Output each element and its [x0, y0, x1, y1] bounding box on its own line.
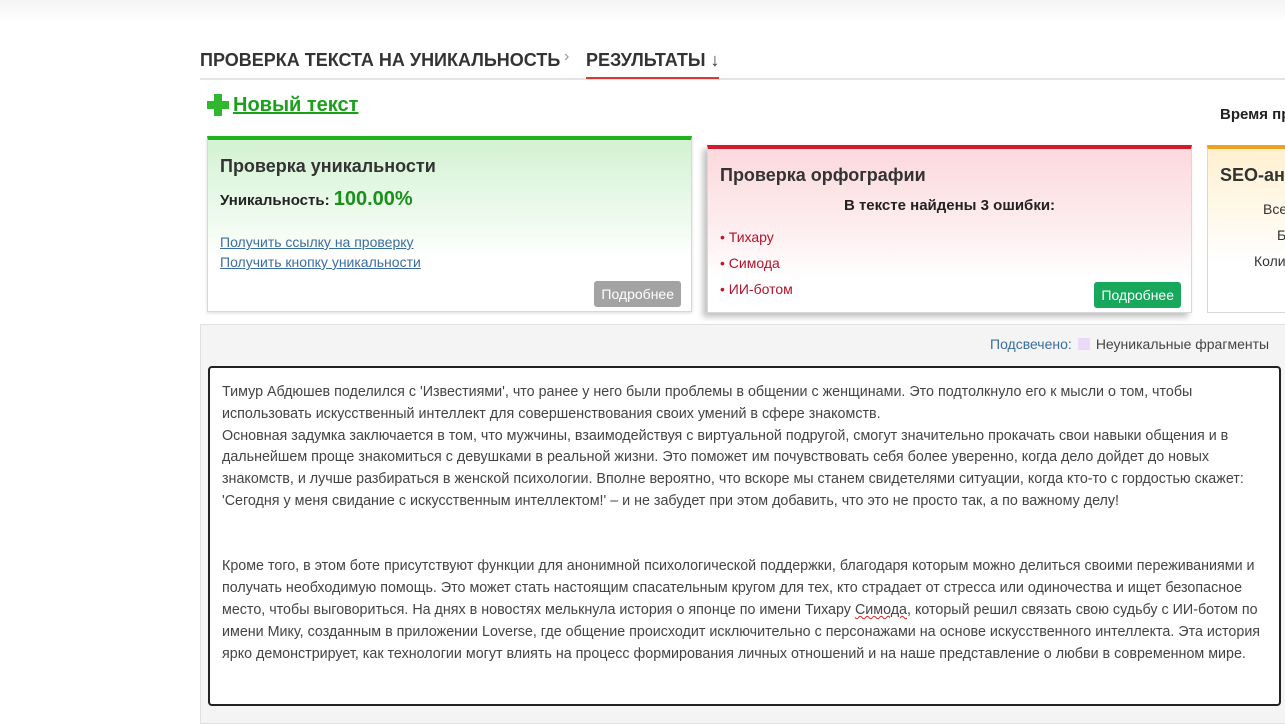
highlight-legend-text: Неуникальные фрагменты: [1095, 336, 1270, 352]
top-bar: [0, 0, 1285, 22]
spelling-error-item[interactable]: Симода: [720, 255, 780, 271]
time-label: Время пр: [1220, 106, 1285, 123]
uniqueness-title: Проверка уникальности: [220, 156, 436, 176]
get-check-link[interactable]: Получить ссылку на проверку: [220, 234, 414, 250]
uniqueness-value: 100.00%: [333, 188, 413, 210]
uniqueness-label: Уникальность:: [220, 192, 330, 209]
spelling-error-highlight[interactable]: Симода: [855, 602, 907, 618]
breadcrumb: ПРОВЕРКА ТЕКСТА НА УНИКАЛЬНОСТЬ › РЕЗУЛЬ…: [200, 48, 1285, 80]
uniqueness-more-button[interactable]: Подробнее: [594, 281, 681, 307]
seo-line: Коли: [1254, 253, 1285, 269]
new-text-link[interactable]: Новый текст: [233, 94, 358, 117]
uniqueness-line: Уникальность: 100.00%: [220, 188, 413, 211]
checked-text-area[interactable]: Тимур Абдюшев поделился с 'Известиями', …: [208, 366, 1281, 706]
seo-line: Б: [1277, 227, 1285, 243]
spelling-summary: В тексте найдены 3 ошибки:: [843, 197, 1056, 214]
spelling-card: Проверка орфографии В тексте найдены 3 о…: [707, 145, 1192, 313]
highlight-label: Подсвечено:: [990, 336, 1072, 352]
get-uniqueness-button-link[interactable]: Получить кнопку уникальности: [220, 254, 421, 270]
text-paragraph: Основная задумка заключается в том, что …: [222, 427, 1244, 509]
breadcrumb-step-results[interactable]: РЕЗУЛЬТАТЫ ↓: [586, 50, 720, 79]
plus-icon: [206, 93, 230, 117]
spelling-more-button[interactable]: Подробнее: [1094, 282, 1181, 308]
uniqueness-card: Проверка уникальности Уникальность: 100.…: [207, 136, 692, 312]
new-text-button[interactable]: Новый текст: [206, 93, 358, 117]
chevron-right-icon: ›: [564, 48, 570, 65]
seo-card: SEO-ан Все Б Коли: [1207, 145, 1285, 313]
spelling-error-item[interactable]: ИИ-ботом: [720, 281, 793, 297]
highlight-swatch: [1077, 338, 1090, 350]
spelling-title: Проверка орфографии: [720, 165, 926, 185]
highlight-legend: Подсвечено: Неуникальные фрагменты: [990, 336, 1269, 352]
seo-title: SEO-ан: [1220, 165, 1285, 185]
spelling-error-item[interactable]: Тихару: [720, 229, 774, 245]
breadcrumb-step-check[interactable]: ПРОВЕРКА ТЕКСТА НА УНИКАЛЬНОСТЬ: [200, 50, 560, 71]
text-paragraph: Кроме того, в этом боте присутствуют фун…: [222, 556, 1267, 665]
text-paragraph: Тимур Абдюшев поделился с 'Известиями', …: [222, 384, 1193, 422]
seo-line: Все: [1263, 201, 1285, 217]
